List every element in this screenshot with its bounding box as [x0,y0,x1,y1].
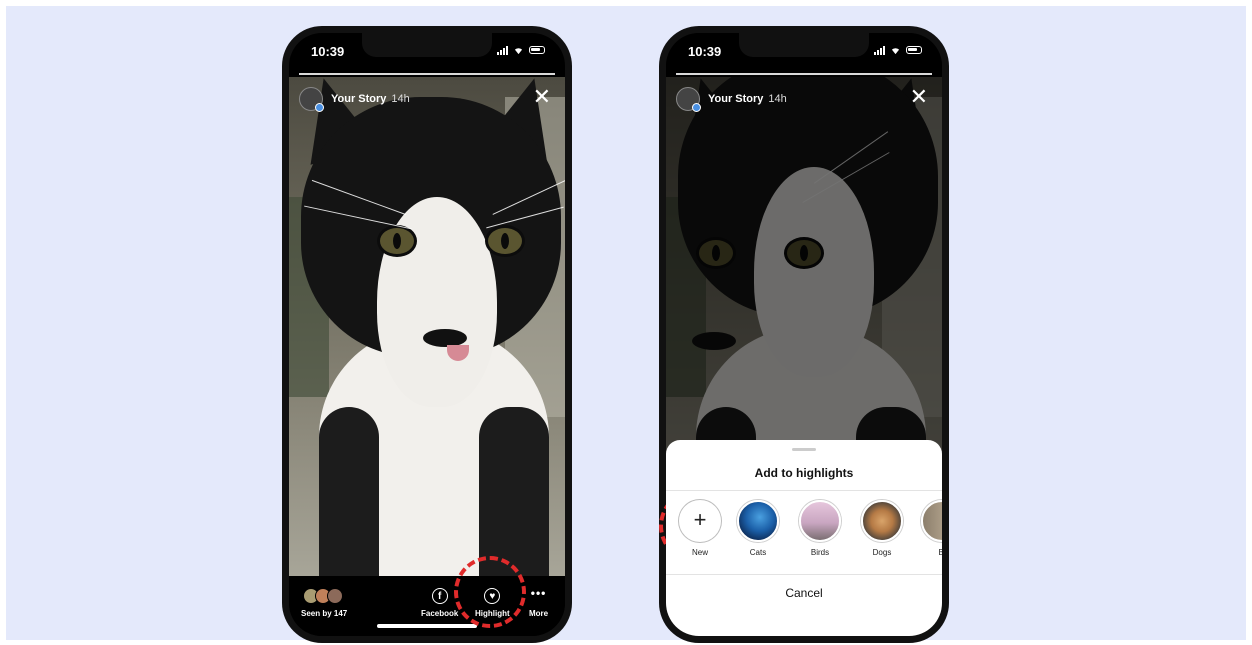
notch [362,33,492,57]
more-button[interactable]: ••• More [529,586,549,618]
tutorial-canvas: 10:39 Your Story 14h ✕ Seen by 147 f Fac… [6,6,1246,643]
facebook-icon: f [431,588,448,604]
cats-thumbnail [737,500,779,542]
facebook-label: Facebook [421,609,459,618]
signal-icon [497,45,508,55]
seen-by-button[interactable]: Seen by 147 [301,588,347,618]
more-label: More [529,609,549,618]
story-header: Your Story 14h ✕ [676,85,932,112]
signal-icon [874,45,885,55]
highlight-partial[interactable]: Bi [916,500,942,557]
screen: 10:39 [289,33,565,636]
highlight-annotation-circle [454,556,526,628]
highlight-birds[interactable]: Birds [794,500,846,557]
sheet-title: Add to highlights [754,466,854,480]
close-icon[interactable]: ✕ [533,85,551,109]
highlight-label: Bi [938,548,942,557]
highlight-label: Birds [810,548,830,557]
phone-story-view: 10:39 Your Story 14h ✕ Seen by 147 f Fac… [282,26,572,643]
battery-icon [906,46,922,54]
cancel-button[interactable]: Cancel [666,586,942,600]
status-icons [874,45,922,55]
highlights-list: + New Cats Birds Dogs B [666,500,942,570]
divider [666,490,942,491]
highlight-label: Dogs [872,548,892,557]
wifi-icon [514,47,523,54]
home-indicator [377,624,477,628]
story-age: 14h [391,93,410,105]
partial-thumbnail [921,500,942,542]
story-progress-bar [676,73,932,75]
screen: 10:39 [666,33,942,636]
add-story-badge [692,103,701,112]
avatar[interactable] [299,87,324,112]
sheet-handle[interactable] [792,448,816,451]
add-to-highlights-sheet: Add to highlights + New Cats Birds Dogs … [666,440,942,636]
dogs-thumbnail [861,500,903,542]
more-dots-icon: ••• [530,586,547,600]
close-icon[interactable]: ✕ [910,85,928,109]
story-age: 14h [768,93,787,105]
phone-add-highlight: 10:39 Your Story 14h ✕ Add to highlights… [659,26,949,643]
wifi-icon [891,47,900,54]
story-owner[interactable]: Your Story [708,93,763,105]
viewer-avatars [303,588,347,604]
highlight-cats[interactable]: Cats [732,500,784,557]
seen-by-label: Seen by 147 [301,609,348,618]
avatar[interactable] [676,87,701,112]
story-progress-bar [299,73,555,75]
status-icons [497,45,545,55]
status-time: 10:39 [311,44,345,59]
highlight-label: Cats [749,548,767,557]
story-owner[interactable]: Your Story [331,93,386,105]
divider [666,574,942,575]
plus-icon: + [679,500,721,542]
battery-icon [529,46,545,54]
highlight-dogs[interactable]: Dogs [856,500,908,557]
highlight-label: New [691,548,708,557]
notch [739,33,869,57]
story-photo [289,77,565,585]
birds-thumbnail [799,500,841,542]
highlight-new[interactable]: + New [674,500,726,557]
facebook-button[interactable]: f Facebook [421,588,458,618]
add-story-badge [315,103,324,112]
status-time: 10:39 [688,44,722,59]
story-header: Your Story 14h ✕ [299,85,555,112]
